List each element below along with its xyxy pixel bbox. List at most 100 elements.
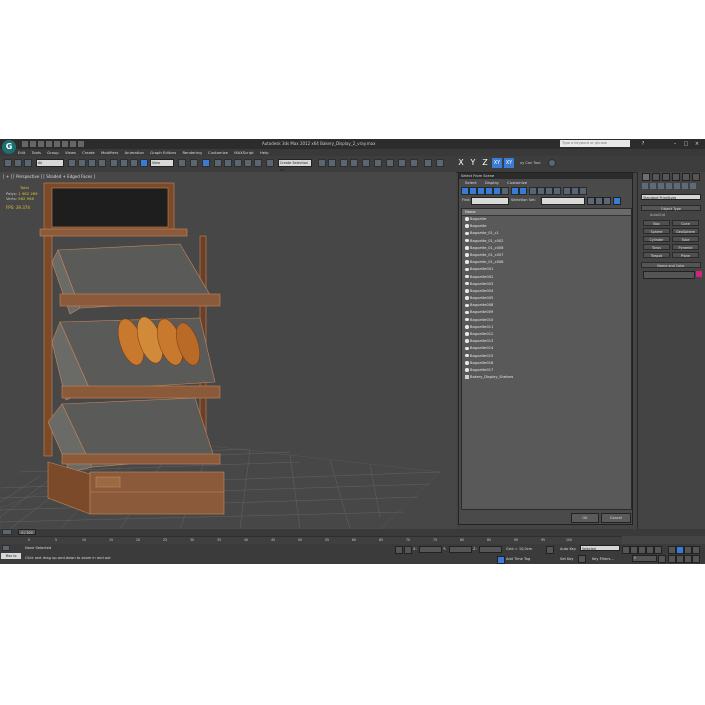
display-tab-icon[interactable] — [682, 173, 690, 181]
modify-tab-icon[interactable] — [652, 173, 660, 181]
ok-button[interactable]: OK — [571, 513, 599, 523]
lights-category-icon[interactable] — [658, 183, 664, 189]
autogrid-checkbox[interactable]: AutoGrid — [650, 213, 665, 217]
pyramid-button[interactable]: Pyramid — [672, 244, 699, 250]
axis-z-button[interactable]: Z — [480, 158, 490, 168]
new-file-icon[interactable] — [22, 141, 28, 147]
tube-button[interactable]: Tube — [672, 236, 699, 242]
named-selection-dropdown[interactable]: Create Selection Se — [278, 159, 312, 172]
percent-snap-icon[interactable] — [234, 159, 242, 167]
graphite-tools-icon[interactable] — [340, 159, 348, 167]
axis-x-button[interactable]: X — [456, 158, 466, 168]
object-name-field[interactable] — [643, 271, 695, 279]
menu-maxscript[interactable]: MAXScript — [234, 149, 254, 156]
selection-set-dropdown[interactable] — [541, 197, 585, 205]
list-options-icon[interactable] — [613, 197, 621, 205]
menu-rendering[interactable]: Rendering — [182, 149, 201, 156]
select-none-icon[interactable] — [595, 197, 603, 205]
primitive-category-dropdown[interactable]: Standard Primitives — [641, 194, 701, 200]
axis-y-button[interactable]: Y — [468, 158, 478, 168]
menu-create[interactable]: Create — [82, 149, 95, 156]
info-center-icon[interactable]: ? — [640, 141, 646, 147]
open-file-icon[interactable] — [30, 141, 36, 147]
render-teapot-icon[interactable] — [548, 159, 556, 167]
utilities-tab-icon[interactable] — [692, 173, 700, 181]
cylinder-button[interactable]: Cylinder — [643, 236, 670, 242]
geosphere-button[interactable]: GeoSphere — [672, 228, 699, 234]
set-key-icon[interactable] — [578, 555, 586, 563]
shapes-category-icon[interactable] — [650, 183, 656, 189]
curve-editor-icon[interactable] — [350, 159, 358, 167]
script-listener-icon[interactable] — [2, 545, 10, 551]
space-warps-category-icon[interactable] — [682, 183, 688, 189]
name-and-color-rollout[interactable]: Name and Color — [641, 262, 701, 268]
display-none-icon[interactable] — [545, 187, 553, 195]
select-from-scene-dialog[interactable]: Select From Scene Select Display Customi… — [458, 172, 633, 525]
list-item[interactable]: Baguette009 — [462, 309, 631, 316]
helpers-category-icon[interactable] — [674, 183, 680, 189]
current-frame-field[interactable]: 0 — [632, 555, 657, 562]
list-item[interactable]: Baguette002 — [462, 274, 631, 281]
find-input[interactable] — [471, 197, 509, 205]
list-item[interactable]: Baguette014 — [462, 345, 631, 352]
teapot-button[interactable]: Teapot — [643, 252, 670, 258]
schematic-view-icon[interactable] — [362, 159, 370, 167]
track-bar[interactable]: 0 5 10 15 20 25 30 35 40 45 50 55 60 65 … — [0, 536, 622, 544]
unlink-icon[interactable] — [14, 159, 22, 167]
axis-xy-button[interactable]: XY — [492, 158, 502, 168]
list-item[interactable]: Baguette012 — [462, 331, 631, 338]
mini-curve-editor-icon[interactable] — [2, 529, 12, 535]
lock-selection-icon[interactable] — [395, 546, 403, 554]
menu-group[interactable]: Group — [47, 149, 59, 156]
rotate-icon[interactable] — [120, 159, 128, 167]
list-item[interactable]: Baguette013 — [462, 338, 631, 345]
maxscript-mini-listener[interactable]: Max to — [1, 553, 21, 559]
select-object-icon[interactable] — [68, 159, 76, 167]
display-bones-icon[interactable] — [529, 187, 537, 195]
geometry-category-icon[interactable] — [642, 183, 648, 189]
application-menu-button[interactable]: G — [2, 140, 16, 154]
list-item[interactable]: Baguette003 — [462, 281, 631, 288]
active-tool-icon[interactable] — [140, 159, 148, 167]
close-icon[interactable]: × — [694, 141, 700, 147]
next-frame-icon[interactable] — [646, 546, 654, 554]
menu-help[interactable]: Help — [260, 149, 269, 156]
play-icon[interactable] — [638, 546, 646, 554]
list-item[interactable]: Baguette_01_c1 — [462, 230, 631, 237]
display-xrefs-icon[interactable] — [519, 187, 527, 195]
select-invert-icon[interactable] — [603, 197, 611, 205]
display-all-icon[interactable] — [537, 187, 545, 195]
orbit-icon[interactable] — [684, 555, 692, 563]
key-filters-button[interactable]: Key Filters... — [592, 557, 614, 561]
time-tag-icon[interactable] — [497, 556, 505, 564]
display-invert-icon[interactable] — [553, 187, 561, 195]
list-item[interactable]: Baguette008 — [462, 302, 631, 309]
select-all-icon[interactable] — [587, 197, 595, 205]
keyboard-shortcut-override-icon[interactable] — [202, 159, 210, 167]
list-item[interactable]: Baguette — [462, 223, 631, 230]
previous-frame-icon[interactable] — [630, 546, 638, 554]
window-crossing-icon[interactable] — [98, 159, 106, 167]
scale-icon[interactable] — [130, 159, 138, 167]
dialog-menu-display[interactable]: Display — [485, 180, 499, 185]
key-mode-icon[interactable] — [546, 546, 554, 554]
display-groups-icon[interactable] — [511, 187, 519, 195]
edit-named-selection-icon[interactable] — [254, 159, 262, 167]
z-coord-field[interactable] — [479, 546, 502, 553]
move-icon[interactable] — [110, 159, 118, 167]
sync-selection-icon[interactable] — [563, 187, 571, 195]
systems-category-icon[interactable] — [690, 183, 696, 189]
snaps-toggle-icon[interactable] — [214, 159, 222, 167]
key-selection-dropdown[interactable]: Selected — [580, 545, 620, 551]
list-item[interactable]: Baguette016 — [462, 360, 631, 367]
menu-customize[interactable]: Customize — [208, 149, 228, 156]
hold-icon[interactable] — [62, 141, 68, 147]
find-case-sensitive-icon[interactable] — [579, 187, 587, 195]
maximize-icon[interactable]: □ — [683, 141, 689, 147]
menu-views[interactable]: Views — [65, 149, 76, 156]
render-setup-icon[interactable] — [386, 159, 394, 167]
active-shade-icon[interactable] — [436, 159, 444, 167]
cameras-category-icon[interactable] — [666, 183, 672, 189]
rendered-frame-window-icon[interactable] — [398, 159, 406, 167]
layer-manager-icon[interactable] — [328, 159, 336, 167]
